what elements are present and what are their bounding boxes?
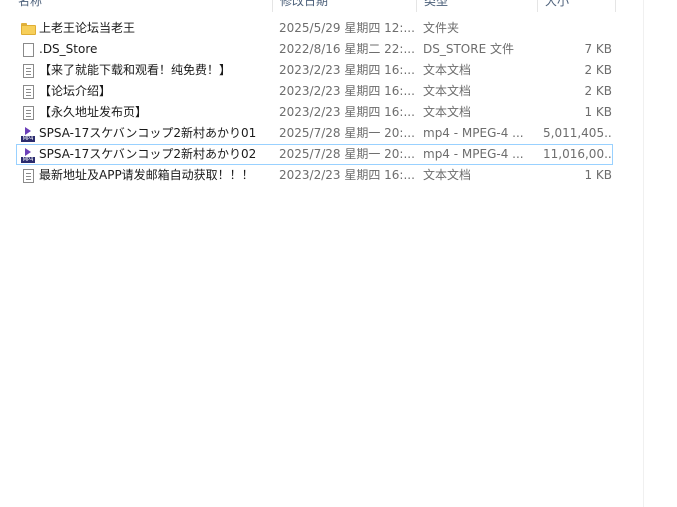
file-name: SPSA-17スケバンコップ2新村あかり01 [39,126,257,140]
file-row[interactable]: .DS_Store 2022/8/16 星期二 22:... DS_STORE 文件… [16,39,613,60]
file-row[interactable]: 【永久地址发布页】 2023/2/23 星期四 16:... 文本文档 1 KB [16,102,613,123]
file-type: 文本文档 [423,105,472,119]
file-type: mp4 - MPEG-4 ... [423,147,524,161]
file-row[interactable]: 【来了就能下载和观看！纯免费！】 2023/2/23 星期四 16:... 文本文档… [16,60,613,81]
file-size: 7 KB [584,42,612,56]
file-date-modified: 2023/2/23 星期四 16:... [279,168,415,182]
file-size [543,19,612,38]
file-name: 上老王论坛当老王 [39,21,136,35]
mp4-video-icon: MP4 [19,124,37,143]
file-type: 文件夹 [423,21,460,35]
text-document-icon [19,166,37,185]
text-document-icon [19,61,37,80]
file-type: 文本文档 [423,84,472,98]
file-size: 5,011,405... [543,126,612,140]
text-document-icon [19,103,37,122]
file-row[interactable]: MP4 SPSA-17スケバンコップ2新村あかり02 2025/7/28 星期一 2… [16,144,613,165]
column-header-date-modified[interactable]: 修改日期 [274,0,417,12]
file-row[interactable]: 【论坛介绍】 2023/2/23 星期四 16:... 文本文档 2 KB [16,81,613,102]
file-size: 2 KB [584,84,612,98]
file-date-modified: 2025/5/29 星期四 12:... [279,21,415,35]
file-type: 文本文档 [423,63,472,77]
file-size: 1 KB [584,105,612,119]
file-row[interactable]: 上老王论坛当老王 2025/5/29 星期四 12:... 文件夹 [16,18,613,39]
folder-icon [19,19,37,38]
file-name: .DS_Store [39,42,98,56]
file-name: SPSA-17スケバンコップ2新村あかり02 [39,147,257,161]
pane-divider [643,0,644,507]
file-date-modified: 2023/2/23 星期四 16:... [279,63,415,77]
column-header-size[interactable]: 大小 [539,0,616,12]
file-name: 【永久地址发布页】 [39,105,148,119]
file-date-modified: 2023/2/23 星期四 16:... [279,84,415,98]
file-type: 文本文档 [423,168,472,182]
file-type: DS_STORE 文件 [423,42,514,56]
file-date-modified: 2023/2/23 星期四 16:... [279,105,415,119]
column-header-bar: 名称 修改日期 类型 大小 [0,0,616,12]
file-name: 【来了就能下载和观看！纯免费！】 [39,63,232,77]
file-list: 上老王论坛当老王 2025/5/29 星期四 12:... 文件夹 .DS_Store… [16,18,613,186]
file-date-modified: 2025/7/28 星期一 20:... [279,147,415,161]
file-row[interactable]: 最新地址及APP请发邮箱自动获取！！！ 2023/2/23 星期四 16:... 文… [16,165,613,186]
mp4-video-icon: MP4 [19,145,37,164]
file-date-modified: 2022/8/16 星期二 22:... [279,42,415,56]
file-name: 【论坛介绍】 [39,84,112,98]
file-size: 2 KB [584,63,612,77]
file-size: 11,016,00... [543,147,612,161]
file-icon [19,40,37,59]
column-header-name[interactable]: 名称 [12,0,273,12]
text-document-icon [19,82,37,101]
file-type: mp4 - MPEG-4 ... [423,126,524,140]
file-date-modified: 2025/7/28 星期一 20:... [279,126,415,140]
file-size: 1 KB [584,168,612,182]
file-row[interactable]: MP4 SPSA-17スケバンコップ2新村あかり01 2025/7/28 星期一 2… [16,123,613,144]
file-name: 最新地址及APP请发邮箱自动获取！！！ [39,168,254,182]
column-header-type[interactable]: 类型 [418,0,538,12]
file-explorer-pane: 名称 修改日期 类型 大小 上老王论坛当老王 2025/5/29 星期四 12:.… [0,0,677,507]
